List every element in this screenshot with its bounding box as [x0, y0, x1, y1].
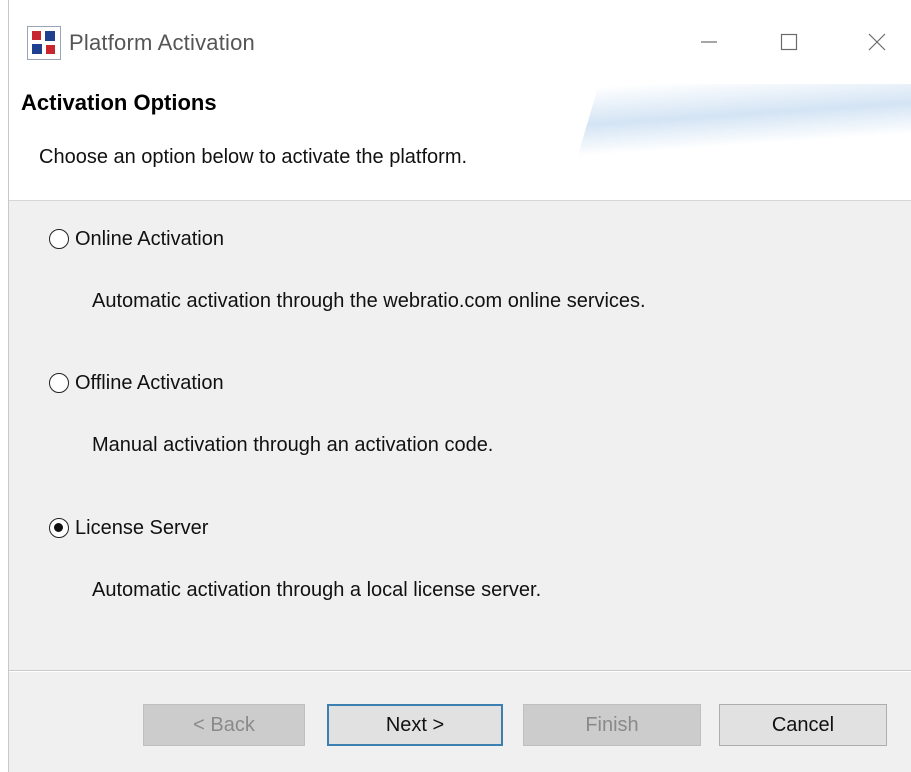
title-bar[interactable]: Platform Activation	[9, 0, 911, 84]
finish-button[interactable]: Finish	[523, 704, 701, 746]
license-server-radio[interactable]	[49, 518, 69, 538]
window-title: Platform Activation	[69, 30, 255, 55]
option-description: Manual activation through an activation …	[92, 434, 494, 456]
offline-activation-radio-row[interactable]: Offline Activation	[49, 368, 224, 398]
minimize-button[interactable]	[679, 18, 739, 66]
offline-activation-radio[interactable]	[49, 373, 69, 393]
close-button[interactable]	[847, 18, 907, 66]
wizard-header: Activation Options Choose an option belo…	[9, 84, 911, 201]
option-label[interactable]: License Server	[75, 517, 208, 540]
option-label[interactable]: Offline Activation	[75, 372, 224, 395]
maximize-icon	[780, 33, 798, 51]
maximize-button[interactable]	[759, 18, 819, 66]
next-button[interactable]: Next >	[327, 704, 503, 746]
page-description: Choose an option below to activate the p…	[39, 146, 468, 168]
online-activation-radio-row[interactable]: Online Activation	[49, 224, 224, 254]
close-icon	[868, 33, 886, 51]
option-description: Automatic activation through a local lic…	[92, 579, 542, 601]
activation-dialog: Platform Activation Activation Options C…	[8, 0, 911, 772]
option-label[interactable]: Online Activation	[75, 228, 224, 251]
back-button[interactable]: < Back	[143, 704, 305, 746]
footer-separator	[9, 670, 911, 672]
page-title: Activation Options	[21, 90, 217, 115]
cancel-button[interactable]: Cancel	[719, 704, 887, 746]
minimize-icon	[701, 41, 717, 43]
header-decoration	[577, 84, 911, 157]
app-logo-icon	[27, 26, 61, 60]
option-description: Automatic activation through the webrati…	[92, 290, 646, 312]
license-server-radio-row[interactable]: License Server	[49, 513, 208, 543]
online-activation-radio[interactable]	[49, 229, 69, 249]
